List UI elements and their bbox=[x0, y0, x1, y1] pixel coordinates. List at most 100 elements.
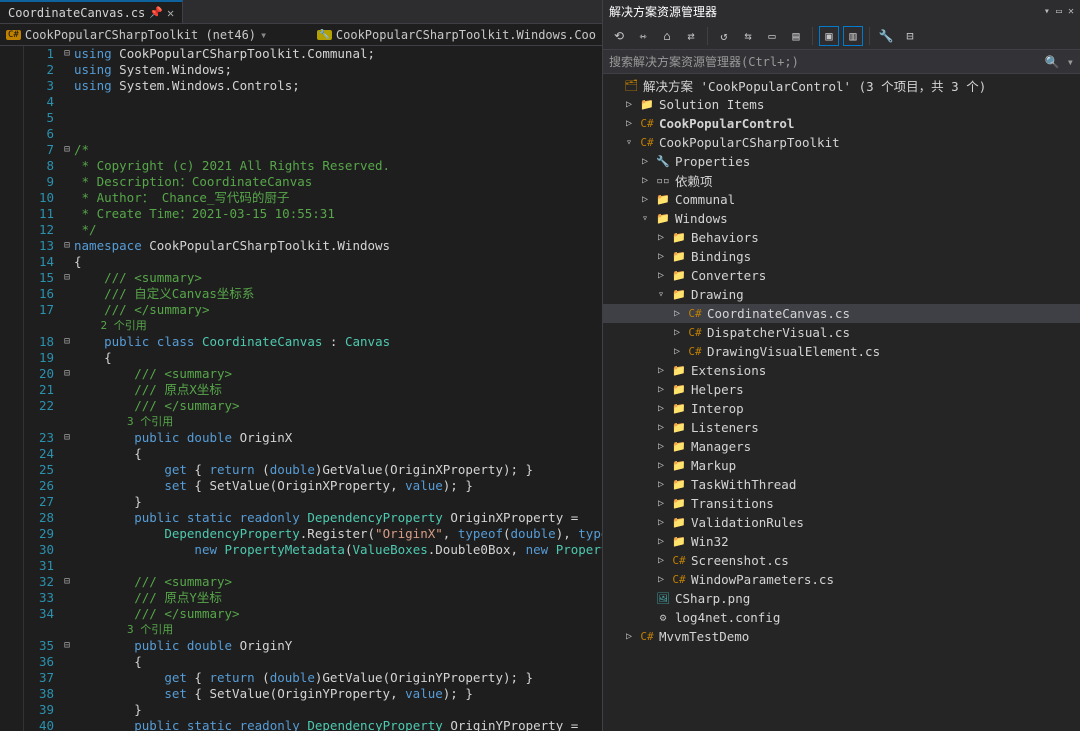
tree-item[interactable]: ▷C#CoordinateCanvas.cs bbox=[603, 304, 1080, 323]
tree-item[interactable]: ▿📁Windows bbox=[603, 209, 1080, 228]
code-line: set { SetValue(OriginYProperty, value); … bbox=[74, 686, 602, 702]
tree-item[interactable]: ▷📁Helpers bbox=[603, 380, 1080, 399]
tree-item[interactable]: ▷C#WindowParameters.cs bbox=[603, 570, 1080, 589]
tree-item[interactable]: ▷C#MvvmTestDemo bbox=[603, 627, 1080, 646]
tree-item[interactable]: ▷C#Screenshot.cs bbox=[603, 551, 1080, 570]
tree-item[interactable]: ▷🔧Properties bbox=[603, 152, 1080, 171]
chevron-icon[interactable]: ▿ bbox=[639, 213, 651, 224]
code-area[interactable]: 1234567891011121314151617181920212223242… bbox=[0, 46, 602, 731]
chevron-icon[interactable]: ▷ bbox=[639, 156, 651, 167]
chevron-icon[interactable]: ▷ bbox=[655, 498, 667, 509]
chevron-icon[interactable]: ▷ bbox=[655, 479, 667, 490]
tree-item[interactable]: ▷📁ValidationRules bbox=[603, 513, 1080, 532]
toolbar-button[interactable]: ⌂ bbox=[657, 26, 677, 46]
fold-glyph[interactable]: ⊟ bbox=[60, 270, 74, 286]
tree-item[interactable]: ▷📁Solution Items bbox=[603, 95, 1080, 114]
tree-item[interactable]: ▷📁Listeners bbox=[603, 418, 1080, 437]
chevron-icon[interactable]: ▷ bbox=[655, 422, 667, 433]
fold-glyph[interactable]: ⊟ bbox=[60, 574, 74, 590]
tree-item[interactable]: 🖼CSharp.png bbox=[603, 589, 1080, 608]
chevron-icon[interactable]: ▷ bbox=[655, 555, 667, 566]
dropdown-icon[interactable]: ▾ bbox=[1044, 6, 1050, 17]
fold-gutter[interactable]: ⊟ ⊟ ⊟ ⊟ ⊟ ⊟ ⊟ ⊟ ⊟ bbox=[60, 46, 74, 731]
chevron-icon[interactable]: ▷ bbox=[623, 118, 635, 129]
toolbar-button[interactable]: ▭ bbox=[762, 26, 782, 46]
chevron-icon[interactable]: ▷ bbox=[671, 327, 683, 338]
pin-icon[interactable]: 📌 bbox=[149, 6, 163, 19]
tree-item[interactable]: ▷📁Bindings bbox=[603, 247, 1080, 266]
chevron-icon[interactable]: ▿ bbox=[655, 289, 667, 300]
fold-glyph[interactable]: ⊟ bbox=[60, 638, 74, 654]
tree-item[interactable]: ▷📁Managers bbox=[603, 437, 1080, 456]
tree-item[interactable]: ⚙log4net.config bbox=[603, 608, 1080, 627]
chevron-icon[interactable]: ▷ bbox=[655, 517, 667, 528]
chevron-icon[interactable]: ▷ bbox=[655, 460, 667, 471]
chevron-icon[interactable]: ▷ bbox=[655, 384, 667, 395]
close-icon[interactable]: ✕ bbox=[167, 6, 174, 20]
toolbar-button[interactable]: ▤ bbox=[786, 26, 806, 46]
tree-item[interactable]: ▷📁Converters bbox=[603, 266, 1080, 285]
pin-icon[interactable]: ▭ bbox=[1056, 6, 1062, 17]
tree-item[interactable]: ▷📁Extensions bbox=[603, 361, 1080, 380]
chevron-icon[interactable]: ▷ bbox=[671, 346, 683, 357]
toolbar-button[interactable]: ↺ bbox=[714, 26, 734, 46]
fold-glyph[interactable]: ⊟ bbox=[60, 430, 74, 446]
chevron-icon[interactable]: ▷ bbox=[655, 365, 667, 376]
toolbar-button[interactable]: ⇿ bbox=[633, 26, 653, 46]
toolbar-button[interactable]: ⊟ bbox=[900, 26, 920, 46]
close-icon[interactable]: ✕ bbox=[1068, 6, 1074, 17]
fold-glyph[interactable]: ⊟ bbox=[60, 238, 74, 254]
bc-scope[interactable]: CookPopularCSharpToolkit.Windows.Coo bbox=[336, 28, 596, 42]
chevron-icon[interactable]: ▷ bbox=[655, 441, 667, 452]
codelens[interactable]: 2 个引用 bbox=[74, 318, 602, 334]
dropdown-arrow-icon[interactable]: ▾ bbox=[260, 28, 267, 42]
chevron-icon[interactable]: ▷ bbox=[655, 403, 667, 414]
tree-item[interactable]: ▷C#DrawingVisualElement.cs bbox=[603, 342, 1080, 361]
chevron-icon[interactable]: ▷ bbox=[639, 175, 651, 186]
fold-glyph[interactable]: ⊟ bbox=[60, 46, 74, 62]
fold-glyph[interactable]: ⊟ bbox=[60, 334, 74, 350]
fold-glyph[interactable]: ⊟ bbox=[60, 366, 74, 382]
search-icon[interactable]: 🔍 ▾ bbox=[1045, 55, 1074, 69]
tree-item[interactable]: ▷📁Interop bbox=[603, 399, 1080, 418]
tree-item[interactable]: ▿📁Drawing bbox=[603, 285, 1080, 304]
tree-item[interactable]: ▷▫▫依赖项 bbox=[603, 171, 1080, 190]
tree-item[interactable]: 🗂解决方案 'CookPopularControl' (3 个项目，共 3 个) bbox=[603, 76, 1080, 95]
codelens[interactable]: 3 个引用 bbox=[74, 414, 602, 430]
line-number: 18 bbox=[24, 334, 54, 350]
chevron-icon[interactable]: ▷ bbox=[655, 574, 667, 585]
tree-item[interactable]: ▷📁Behaviors bbox=[603, 228, 1080, 247]
tree-item[interactable]: ▷📁Win32 bbox=[603, 532, 1080, 551]
chevron-icon[interactable]: ▷ bbox=[655, 251, 667, 262]
tree-item[interactable]: ▷📁Communal bbox=[603, 190, 1080, 209]
panel-title-bar[interactable]: 解决方案资源管理器 ▾ ▭ ✕ bbox=[603, 0, 1080, 22]
tree-item[interactable]: ▷📁TaskWithThread bbox=[603, 475, 1080, 494]
fold-glyph[interactable]: ⊟ bbox=[60, 142, 74, 158]
chevron-icon[interactable]: ▷ bbox=[655, 232, 667, 243]
search-box[interactable]: 搜索解决方案资源管理器(Ctrl+;) 🔍 ▾ bbox=[603, 50, 1080, 74]
code-content[interactable]: using CookPopularCSharpToolkit.Communal;… bbox=[74, 46, 602, 731]
chevron-icon[interactable]: ▿ bbox=[623, 137, 635, 148]
tree-item[interactable]: ▷C#DispatcherVisual.cs bbox=[603, 323, 1080, 342]
tree[interactable]: 🗂解决方案 'CookPopularControl' (3 个项目，共 3 个)… bbox=[603, 74, 1080, 731]
toolbar-button[interactable]: 🔧 bbox=[876, 26, 896, 46]
codelens[interactable]: 3 个引用 bbox=[74, 622, 602, 638]
chevron-icon[interactable]: ▷ bbox=[655, 270, 667, 281]
toolbar-button[interactable]: ⟲ bbox=[609, 26, 629, 46]
chevron-icon[interactable]: ▷ bbox=[655, 536, 667, 547]
chevron-icon[interactable]: ▷ bbox=[671, 308, 683, 319]
toolbar-button[interactable]: ▣ bbox=[819, 26, 839, 46]
tab-coordinatecanvas[interactable]: CoordinateCanvas.cs 📌 ✕ bbox=[0, 0, 183, 23]
tree-item[interactable]: ▷📁Markup bbox=[603, 456, 1080, 475]
tree-item[interactable]: ▿C#CookPopularCSharpToolkit bbox=[603, 133, 1080, 152]
chevron-icon[interactable]: ▷ bbox=[623, 99, 635, 110]
chevron-icon[interactable]: ▷ bbox=[639, 194, 651, 205]
chevron-icon[interactable]: ▷ bbox=[623, 631, 635, 642]
toolbar-button[interactable]: ⇄ bbox=[681, 26, 701, 46]
tree-item[interactable]: ▷📁Transitions bbox=[603, 494, 1080, 513]
bc-project[interactable]: CookPopularCSharpToolkit (net46) bbox=[25, 28, 256, 42]
toolbar-button[interactable]: ▥ bbox=[843, 26, 863, 46]
tree-item[interactable]: ▷C#CookPopularControl bbox=[603, 114, 1080, 133]
toolbar-button[interactable]: ⇆ bbox=[738, 26, 758, 46]
fold-glyph bbox=[60, 206, 74, 222]
